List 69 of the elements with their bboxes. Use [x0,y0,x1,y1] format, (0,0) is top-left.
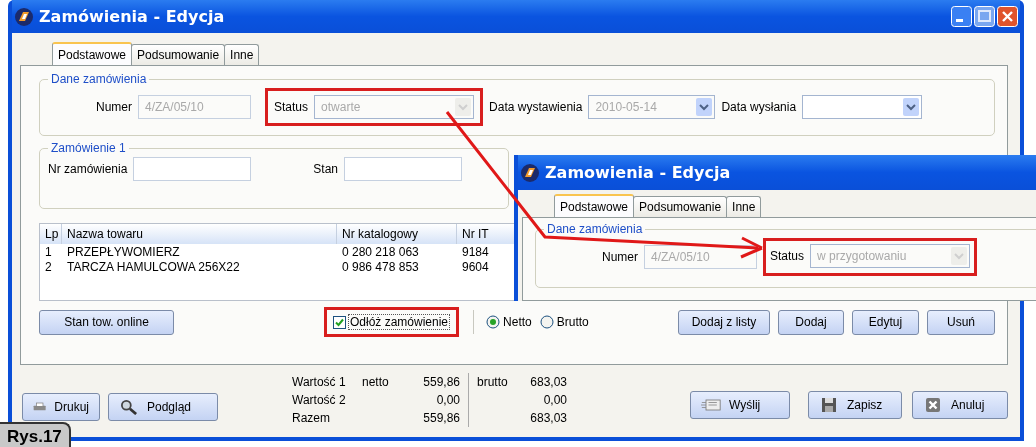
table-cell-text: 2 [44,259,53,274]
action-button[interactable]: Dodaj z listy [678,309,770,335]
table-cell-text: TARCZA HAMULCOWA 256X22 [66,259,241,274]
footer-button[interactable]: Anuluj [912,391,1008,419]
tab[interactable]: Podsumowanie [131,44,226,65]
figure-caption: Rys.17 [0,422,71,447]
total-label: Wartość 1 [292,375,347,389]
net-value: 559,86 [422,411,460,425]
action-button[interactable]: Usuń [927,309,995,335]
field-label: Numer [602,250,638,264]
field-label: Status [274,100,309,114]
footer-button[interactable]: Podgląd [108,393,218,421]
table-cell-text: 0 986 478 853 [341,259,420,274]
envelope-icon [701,397,721,413]
table-cell-text: 1 [44,244,53,259]
input-field[interactable] [133,157,252,181]
group-label: Dane zamówienia [546,222,644,236]
window-title: Zamówienia - Edycja [39,7,225,26]
maximize-icon[interactable] [974,6,995,27]
footer-button[interactable]: Drukuj [22,393,100,421]
magnifier-icon [119,399,139,415]
table-cell-text: 9604 [461,259,490,274]
net-label: netto [362,375,389,389]
group-label: Dane zamówienia [50,72,148,86]
close-icon[interactable] [997,6,1018,27]
total-label: Razem [292,411,331,425]
column-header[interactable]: Nazwa towaru [62,224,337,244]
radio-icon[interactable] [486,315,501,329]
table-cell-text: PRZEPŁYWOMIERZ [66,244,181,259]
tab[interactable]: Podstawowe [554,194,635,217]
group-label: Zamówienie 1 [50,141,127,155]
tab[interactable]: Podsumowanie [633,196,728,217]
gross-value: 683,03 [529,411,567,425]
stock-online-button[interactable]: Stan tow. online [39,309,174,335]
column-header[interactable]: Lp [40,224,62,244]
gross-value: 683,03 [529,375,567,389]
radio-option[interactable]: Brutto [539,315,589,329]
app-logo-icon [520,162,540,183]
radio-icon[interactable] [539,315,554,329]
tab[interactable]: Inne [224,44,260,65]
cancel-icon [923,397,943,413]
field-label: Numer [96,100,132,114]
total-label: Wartość 2 [292,393,347,407]
column-header[interactable]: Nr katalogowy [337,224,457,244]
column-header[interactable]: Nr IT [457,224,518,244]
action-button[interactable]: Dodaj [778,309,844,335]
tab[interactable]: Inne [726,196,762,217]
checkbox-icon[interactable] [333,315,346,329]
gross-label: brutto [477,375,508,389]
input-field[interactable] [344,157,463,181]
table-cell-text: 0 280 218 063 [341,244,420,259]
footer-button[interactable]: Wyślij [690,391,790,419]
field-label: Status [770,249,805,263]
gross-value: 0,00 [542,393,567,407]
date-field[interactable] [802,95,923,119]
minimize-icon[interactable] [951,6,972,27]
tab[interactable]: Podstawowe [52,42,133,65]
field-label: Nr zamówienia [48,162,128,176]
table-cell-text: 9184 [461,244,490,259]
net-value: 0,00 [435,393,460,407]
action-button[interactable]: Edytuj [852,309,919,335]
footer-button[interactable]: Zapisz [808,391,902,419]
field-label: Data wysłania [721,100,797,114]
net-value: 559,86 [422,375,460,389]
app-logo-icon [14,6,34,27]
window-title: Zamowienia - Edycja [545,163,731,182]
field-label: Stan [313,162,339,176]
radio-option[interactable]: Netto [486,315,532,329]
field-label: Data wystawienia [489,100,583,114]
